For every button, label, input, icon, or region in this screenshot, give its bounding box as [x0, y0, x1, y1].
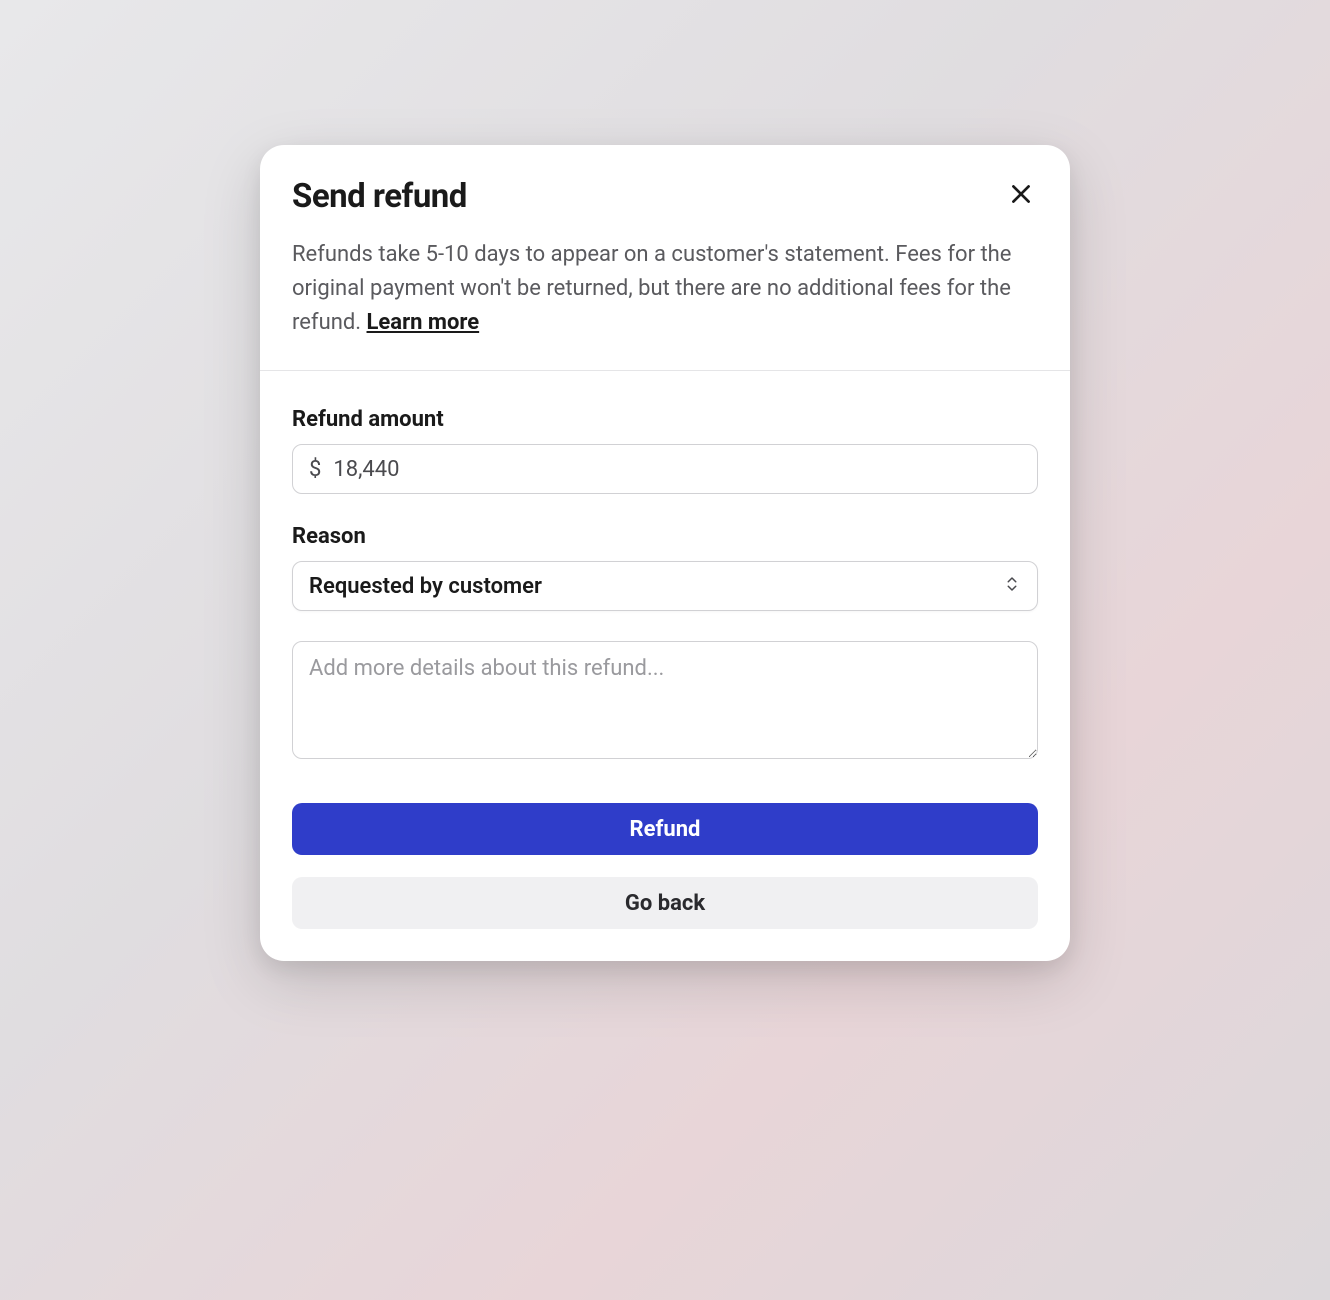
- details-group: [292, 641, 1038, 763]
- close-button[interactable]: [1004, 177, 1038, 214]
- details-textarea[interactable]: [292, 641, 1038, 759]
- modal-description: Refunds take 5-10 days to appear on a cu…: [292, 238, 1038, 340]
- amount-group: Refund amount $: [292, 407, 1038, 494]
- reason-selected-value: Requested by customer: [309, 574, 1003, 599]
- modal-header: Send refund Refunds take 5-10 days to ap…: [260, 145, 1070, 371]
- amount-input-wrapper: $: [292, 444, 1038, 494]
- modal-body: Refund amount $ Reason Requested by cust…: [260, 371, 1070, 961]
- refund-button[interactable]: Refund: [292, 803, 1038, 855]
- close-icon: [1008, 181, 1034, 210]
- refund-modal: Send refund Refunds take 5-10 days to ap…: [260, 145, 1070, 961]
- currency-symbol: $: [309, 457, 321, 482]
- modal-title-row: Send refund: [292, 177, 1038, 216]
- amount-label: Refund amount: [292, 407, 1038, 432]
- button-group: Refund Go back: [292, 803, 1038, 929]
- modal-title: Send refund: [292, 177, 467, 216]
- reason-label: Reason: [292, 524, 1038, 549]
- amount-input[interactable]: [333, 457, 1021, 482]
- learn-more-link[interactable]: Learn more: [367, 310, 480, 335]
- reason-select[interactable]: Requested by customer: [292, 561, 1038, 611]
- reason-group: Reason Requested by customer: [292, 524, 1038, 611]
- go-back-button[interactable]: Go back: [292, 877, 1038, 929]
- select-chevron-icon: [1003, 575, 1021, 597]
